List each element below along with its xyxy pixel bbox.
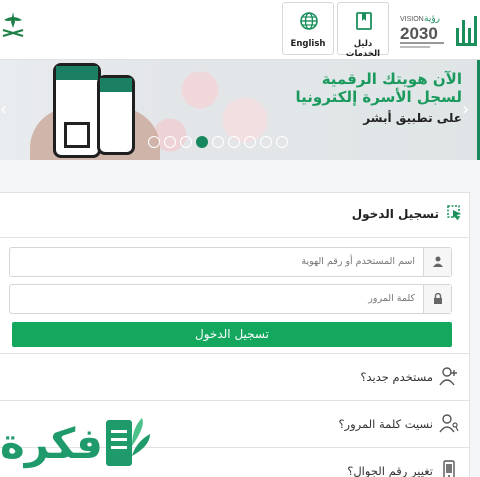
mobile-phone-icon [443,460,455,477]
forgot-password-label: نسيت كلمة المرور؟ [338,417,433,431]
carousel-dot[interactable] [228,136,240,148]
vision-2030-logo: VISION رؤية 2030 [400,14,444,48]
password-field[interactable]: كلمة المرور [9,284,452,314]
svg-text:رؤية: رؤية [424,14,440,24]
carousel-dot[interactable] [212,136,224,148]
carousel-dot[interactable] [260,136,272,148]
promo-carousel[interactable]: الآن هويتك الرقمية لسجل الأسرة إلكترونيا… [0,60,480,160]
carousel-dot[interactable] [164,136,176,148]
carousel-dot[interactable] [148,136,160,148]
globe-icon [300,12,318,30]
phone-mockup-secondary [97,75,135,155]
services-guide-label: دليل الخدمات [345,39,381,59]
qr-code-icon [64,122,90,148]
english-language-button[interactable]: English [282,2,334,55]
svg-text:VISION: VISION [400,16,424,23]
banner-line-2: لسجل الأسرة إلكترونيا [295,88,462,106]
carousel-dot[interactable] [180,136,192,148]
svg-text:2030: 2030 [400,24,438,43]
carousel-dot[interactable] [196,136,208,148]
carousel-dot[interactable] [244,136,256,148]
fikra-watermark-text: فكرة [0,419,103,468]
book-icon [356,12,372,30]
login-cursor-icon [447,205,461,220]
change-mobile-label: تغيير رقم الجوال؟ [347,464,433,477]
banner-line-3: على تطبيق أبشر [363,111,462,125]
carousel-next-arrow-icon[interactable]: › [462,101,472,119]
user-key-icon [439,414,459,433]
username-placeholder: اسم المستخدم أو رقم الهوية [301,256,415,267]
saudi-emblem-icon [2,12,24,37]
banner-headline: الآن هويتك الرقمية لسجل الأسرة إلكترونيا… [296,70,462,125]
new-user-label: مستخدم جديد؟ [360,370,433,384]
login-title: تسجيل الدخول [351,207,439,221]
password-placeholder: كلمة المرور [368,293,415,304]
services-guide-button[interactable]: دليل الخدمات [337,2,389,59]
add-user-icon [439,367,457,386]
phone-mockup [53,63,101,158]
carousel-dot[interactable] [276,136,288,148]
carousel-prev-arrow-icon[interactable]: ‹ [0,101,10,119]
carousel-dots [148,136,288,148]
new-user-link[interactable]: مستخدم جديد؟ [0,354,469,400]
top-header: English دليل الخدمات VISION رؤية 2030 [0,0,480,60]
lock-icon [423,285,451,313]
login-button[interactable]: تسجيل الدخول [12,322,452,347]
divider [0,237,469,238]
absher-logo [456,16,477,46]
username-field[interactable]: اسم المستخدم أو رقم الهوية [9,247,452,277]
english-label: English [290,39,326,49]
banner-line-1: الآن هويتك الرقمية [321,70,462,88]
user-icon [423,248,451,276]
